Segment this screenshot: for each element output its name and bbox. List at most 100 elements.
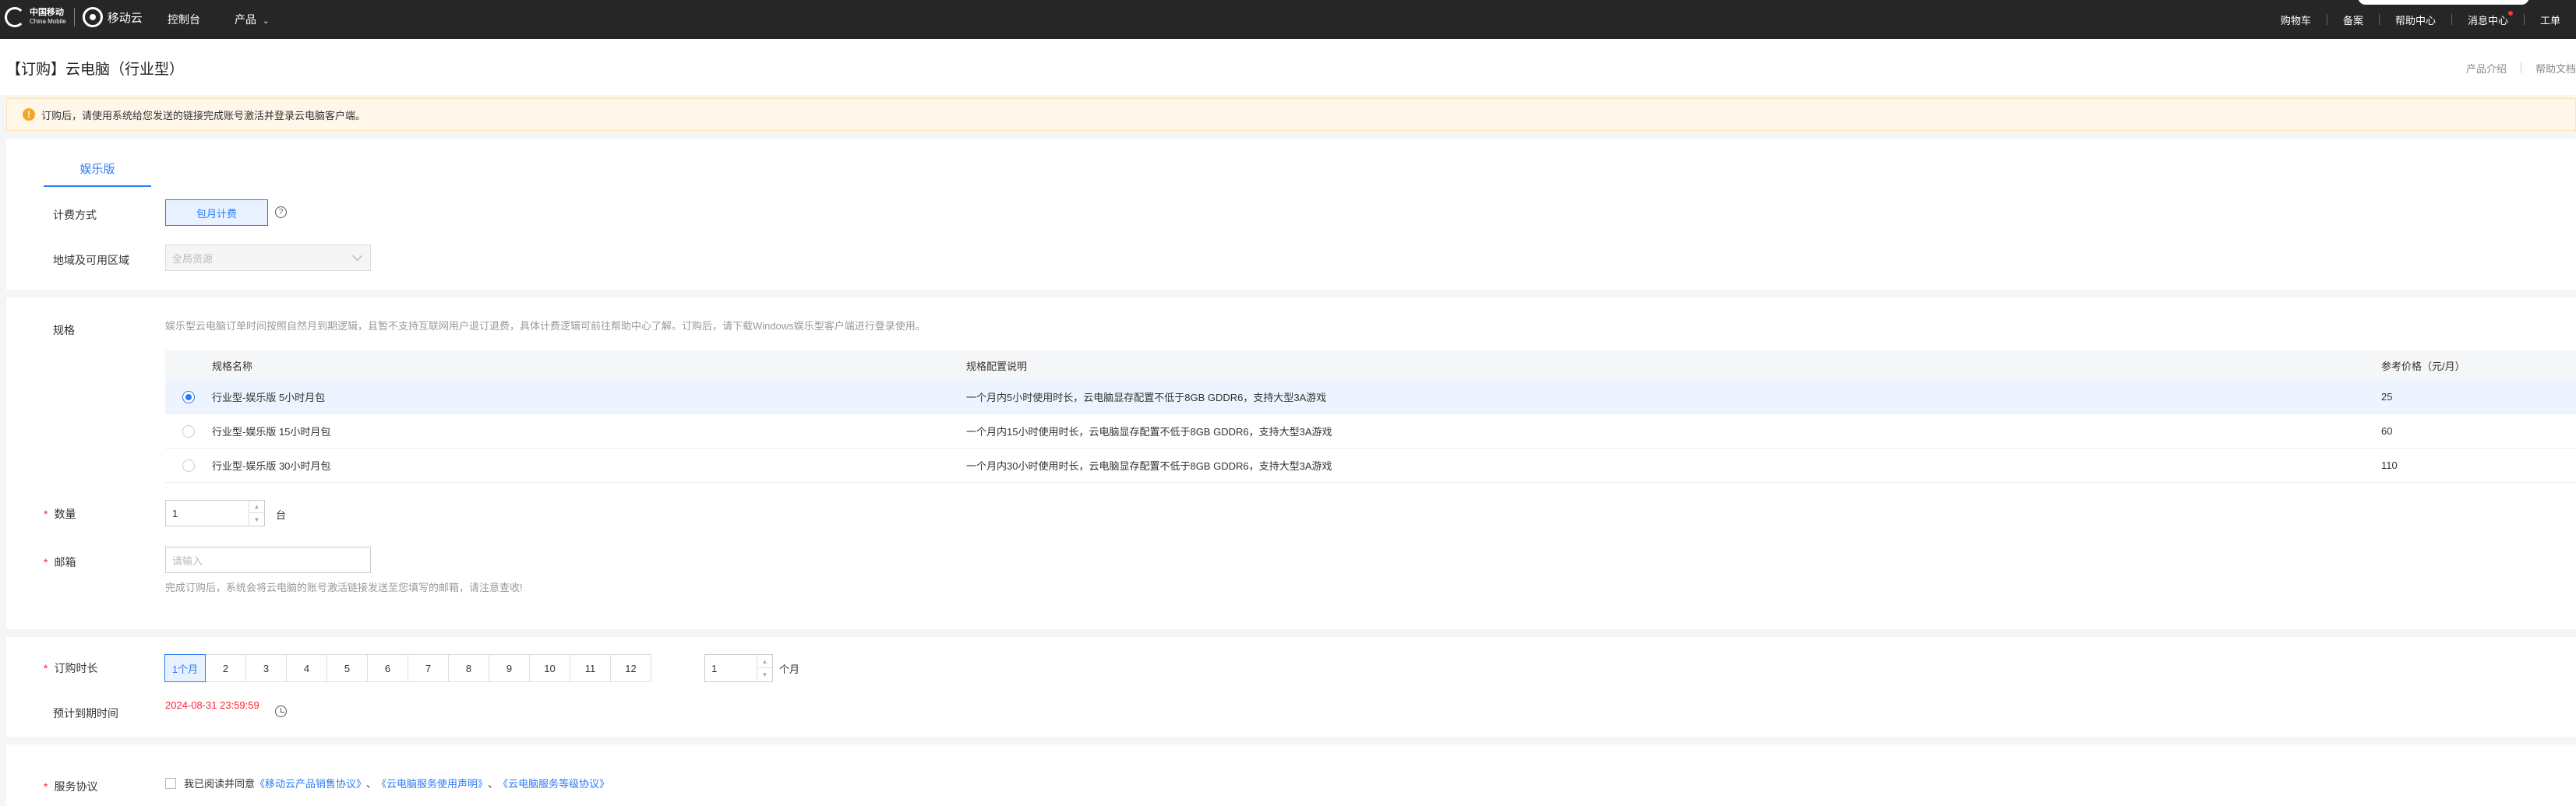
page-title: 【订购】云电脑（行业型） [6, 62, 185, 78]
spec-desc: 一个月内30小时使用时长，云电脑显存配置不低于8GB GDDR6，支持大型3A游… [966, 460, 1332, 472]
billing-label: 计费方式 [53, 209, 97, 221]
china-mobile-logo-icon [5, 7, 25, 27]
usage-statement-link[interactable]: 《云电脑服务使用声明》 [376, 776, 488, 790]
col-price: 参考价格（元/月） [2381, 360, 2465, 372]
billing-monthly-button[interactable]: 包月计费 [165, 199, 268, 226]
china-mobile-subtext: China Mobile [30, 18, 66, 25]
agreement-separator: 、 [488, 778, 499, 790]
duration-selector: 1个月 2 3 4 5 6 7 8 9 10 11 12 [164, 654, 651, 682]
duration-option[interactable]: 7 [408, 654, 449, 682]
duration-panel: 订购时长 1个月 2 3 4 5 6 7 8 9 10 11 12 1 ▲ ▼ … [6, 637, 2576, 737]
chevron-down-icon: ⌄ [263, 17, 270, 26]
table-row[interactable]: 行业型-娱乐版 15小时月包 一个月内15小时使用时长，云电脑显存配置不低于8G… [165, 414, 2576, 449]
duration-option[interactable]: 3 [245, 654, 287, 682]
nav-products[interactable]: 产品 ⌄ [235, 12, 269, 27]
china-mobile-text: 中国移动 [30, 8, 64, 17]
notice-text: 订购后，请使用系统给您发送的链接完成账号激活并登录云电脑客户端。 [41, 109, 366, 121]
duration-option[interactable]: 1个月 [164, 654, 206, 682]
decrement-icon[interactable]: ▼ [249, 513, 264, 526]
spec-hint: 娱乐型云电脑订单时间按照自然月到期逻辑，且暂不支持互联网用户退订退费，具体计费逻… [165, 320, 926, 332]
china-mobile-logo: 中国移动 China Mobile [5, 7, 66, 27]
quantity-unit: 台 [276, 509, 287, 521]
duration-custom-value: 1 [711, 662, 718, 674]
region-label: 地域及可用区域 [53, 254, 129, 266]
duration-option[interactable]: 9 [489, 654, 530, 682]
quantity-label: 数量 [53, 506, 76, 522]
spec-name: 行业型-娱乐版 30小时月包 [212, 460, 331, 472]
nav-divider [2378, 14, 2380, 25]
nav-help-center[interactable]: 帮助中心 [2395, 12, 2436, 27]
spec-radio[interactable] [182, 390, 195, 403]
spec-radio[interactable] [182, 459, 195, 472]
email-placeholder: 请输入 [172, 554, 203, 567]
duration-option[interactable]: 8 [448, 654, 489, 682]
sla-link[interactable]: 《云电脑服务等级协议》 [498, 776, 609, 790]
duration-option[interactable]: 6 [367, 654, 408, 682]
spec-price: 110 [2381, 459, 2398, 471]
duration-option[interactable]: 11 [570, 654, 611, 682]
table-row[interactable]: 行业型-娱乐版 5小时月包 一个月内5小时使用时长，云电脑显存配置不低于8GB … [165, 380, 2576, 414]
duration-label: 订购时长 [53, 660, 97, 676]
agreement-row: 我已阅读并同意 《移动云产品销售协议》 、 《云电脑服务使用声明》 、 《云电脑… [165, 776, 609, 790]
duration-option[interactable]: 2 [205, 654, 246, 682]
col-spec-name: 规格名称 [212, 360, 253, 372]
nav-cart[interactable]: 购物车 [2281, 12, 2311, 27]
duration-custom-unit: 个月 [779, 663, 800, 675]
duration-option[interactable]: 4 [286, 654, 327, 682]
duration-option[interactable]: 5 [326, 654, 368, 682]
spec-panel: 规格 娱乐型云电脑订单时间按照自然月到期逻辑，且暂不支持互联网用户退订退费，具体… [6, 297, 2576, 629]
spec-table: 规格名称 规格配置说明 参考价格（元/月） 行业型-娱乐版 5小时月包 一个月内… [165, 350, 2576, 483]
help-doc-link[interactable]: 帮助文档 [2535, 61, 2576, 76]
increment-icon[interactable]: ▲ [757, 655, 772, 668]
expire-label: 预计到期时间 [53, 707, 118, 720]
table-row[interactable]: 行业型-娱乐版 30小时月包 一个月内30小时使用时长，云电脑显存配置不低于8G… [165, 449, 2576, 483]
quantity-stepper[interactable]: 1 ▲ ▼ [165, 500, 265, 526]
sales-agreement-link[interactable]: 《移动云产品销售协议》 [255, 776, 366, 790]
nav-divider [2451, 14, 2452, 25]
nav-products-label: 产品 [235, 13, 256, 26]
agreement-checkbox[interactable] [165, 777, 176, 789]
spec-price: 60 [2381, 425, 2393, 437]
region-select[interactable]: 全局资源 [165, 245, 371, 271]
nav-message-center[interactable]: 消息中心 [2468, 10, 2514, 27]
notice-banner: ! 订购后，请使用系统给您发送的链接完成账号激活并登录云电脑客户端。 [6, 98, 2576, 131]
spec-name: 行业型-娱乐版 5小时月包 [212, 392, 326, 403]
agreement-separator: 、 [366, 778, 377, 790]
tab-entertainment[interactable]: 娱乐版 [44, 160, 151, 187]
agreement-panel: 服务协议 我已阅读并同意 《移动云产品销售协议》 、 《云电脑服务使用声明》 、… [6, 744, 2576, 806]
agreement-label: 服务协议 [53, 779, 97, 794]
duration-stepper[interactable]: 1 ▲ ▼ [704, 654, 773, 682]
spec-price: 25 [2381, 391, 2393, 403]
top-navigation-bar: 中国移动 China Mobile 移动云 控制台 产品 ⌄ 购物车 备案 帮助中… [0, 0, 2576, 39]
nav-divider [2523, 14, 2525, 25]
email-hint: 完成订购后，系统会将云电脑的账号激活链接发送至您填写的邮箱，请注意查收! [165, 582, 523, 593]
brand-logo[interactable]: 中国移动 China Mobile 移动云 [5, 7, 143, 27]
help-question-icon[interactable]: ? [275, 206, 287, 218]
duration-option[interactable]: 12 [610, 654, 651, 682]
spec-name: 行业型-娱乐版 15小时月包 [212, 426, 331, 438]
increment-icon[interactable]: ▲ [249, 501, 264, 513]
quantity-value: 1 [172, 507, 178, 519]
spec-radio[interactable] [182, 424, 195, 438]
clock-icon [275, 706, 287, 717]
nav-ticket[interactable]: 工单 [2540, 12, 2560, 27]
duration-option[interactable]: 10 [529, 654, 570, 682]
region-select-value: 全局资源 [172, 252, 213, 265]
col-spec-desc: 规格配置说明 [966, 360, 1028, 372]
logo-divider [73, 8, 75, 26]
agreement-prefix: 我已阅读并同意 [184, 778, 256, 790]
page-header: 【订购】云电脑（行业型） 产品介绍 帮助文档 [0, 39, 2576, 95]
product-intro-link[interactable]: 产品介绍 [2466, 61, 2507, 76]
ecloud-text: 移动云 [107, 11, 143, 25]
ecloud-logo: 移动云 [82, 7, 143, 27]
decrement-icon[interactable]: ▼ [757, 668, 772, 681]
nav-filing[interactable]: 备案 [2343, 12, 2363, 27]
expire-value: 2024-08-31 23:59:59 [165, 699, 259, 711]
email-label: 邮箱 [53, 554, 76, 570]
nav-console[interactable]: 控制台 [168, 12, 200, 27]
warning-icon: ! [23, 108, 35, 121]
spec-desc: 一个月内15小时使用时长，云电脑显存配置不低于8GB GDDR6，支持大型3A游… [966, 426, 1332, 438]
email-field[interactable]: 请输入 [165, 547, 371, 573]
spec-desc: 一个月内5小时使用时长，云电脑显存配置不低于8GB GDDR6，支持大型3A游戏 [966, 392, 1327, 403]
spec-label: 规格 [53, 324, 75, 336]
